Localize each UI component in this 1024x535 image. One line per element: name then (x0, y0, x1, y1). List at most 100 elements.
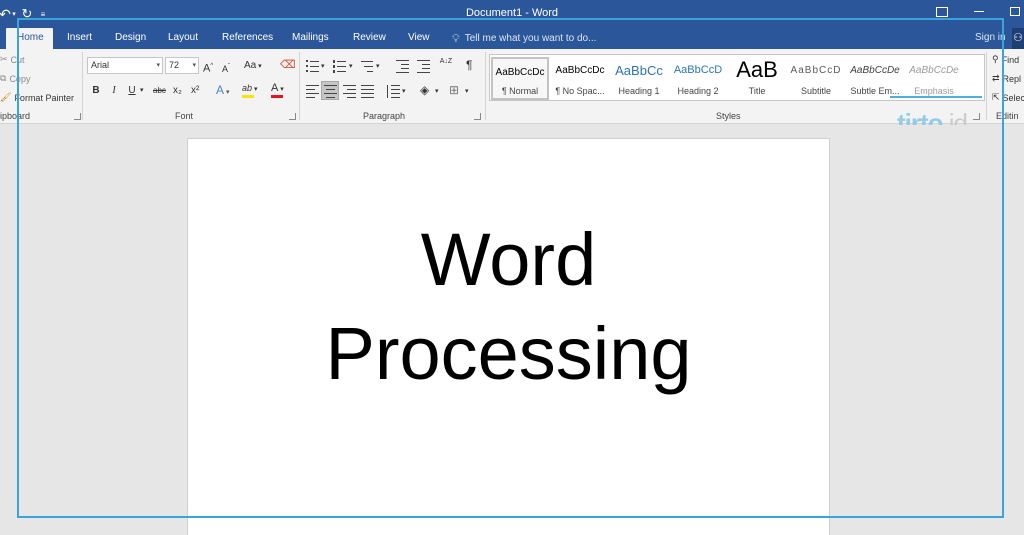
tab-review[interactable]: Review (353, 28, 386, 49)
style-name: ¶ No Spac... (555, 86, 605, 96)
format-painter-label: Format Painter (14, 92, 74, 103)
tab-file-home[interactable]: Home (6, 28, 53, 49)
sign-in-link[interactable]: Sign in (975, 28, 1006, 49)
styles-launcher-icon[interactable] (973, 113, 980, 120)
cut-button[interactable]: ✂ Cut (0, 54, 25, 65)
font-color-button[interactable]: A ▾ (271, 81, 284, 98)
highlight-color-bar (242, 95, 254, 98)
decrease-indent-icon[interactable] (396, 59, 410, 73)
replace-label: Repl (1002, 73, 1022, 84)
tab-insert[interactable]: Insert (67, 28, 92, 49)
highlight-button[interactable]: ab ▾ (242, 81, 257, 98)
tab-references[interactable]: References (222, 28, 273, 49)
replace-button[interactable]: ⇄ Repl (992, 73, 1021, 84)
document-canvas[interactable]: Word Processing (0, 125, 1024, 535)
paintbrush-icon: 🖌︎ (0, 92, 12, 102)
align-center-icon[interactable] (324, 84, 338, 98)
numbering-dropdown-icon[interactable]: ▾ (349, 60, 353, 74)
style-heading-1[interactable]: AaBbCc Heading 1 (610, 57, 668, 100)
font-color-bar (271, 95, 283, 98)
style-subtitle[interactable]: AaBbCcD Subtitle (787, 57, 845, 100)
font-launcher-icon[interactable] (289, 113, 296, 120)
search-icon: ⚲ (992, 54, 999, 64)
style-title[interactable]: AaB Title (728, 57, 786, 100)
italic-button[interactable]: I (109, 84, 119, 98)
superscript-button[interactable]: x² (191, 84, 199, 98)
editing-group-label: Editin (996, 111, 1019, 121)
chevron-down-icon: ▾ (156, 62, 160, 69)
shading-icon[interactable]: ◈ (420, 83, 429, 97)
scissors-icon: ✂ (0, 54, 8, 64)
bullets-dropdown-icon[interactable]: ▾ (321, 60, 325, 74)
style-heading-2[interactable]: AaBbCcD Heading 2 (669, 57, 727, 100)
style-name: Heading 1 (618, 86, 660, 96)
underline-button[interactable]: U (127, 84, 137, 98)
style-preview: AaBbCcD (673, 64, 723, 76)
subscript-button[interactable]: x₂ (173, 84, 182, 98)
tab-view[interactable]: View (408, 28, 430, 49)
style-preview: AaBbCcDe (850, 65, 900, 76)
select-button[interactable]: ⇱ Selec (992, 92, 1024, 103)
clipboard-launcher-icon[interactable] (74, 113, 81, 120)
ribbon-display-options-icon[interactable] (936, 7, 948, 17)
borders-icon[interactable]: ⊞ (449, 83, 459, 97)
shrink-font-button[interactable]: Aˇ (222, 60, 230, 76)
window-title: Document1 - Word (465, 7, 559, 19)
tab-layout[interactable]: Layout (168, 28, 198, 49)
line-spacing-icon[interactable] (386, 84, 400, 98)
multilevel-dropdown-icon[interactable]: ▾ (376, 60, 380, 74)
chevron-down-icon: ▾ (192, 62, 196, 69)
paragraph-launcher-icon[interactable] (474, 113, 481, 120)
document-text-line-2[interactable]: Processing (188, 311, 829, 396)
document-page[interactable]: Word Processing (187, 138, 830, 535)
style-subtle-emphasis[interactable]: AaBbCcDe Subtle Em... (846, 57, 904, 100)
replace-icon: ⇄ (992, 73, 1000, 83)
sort-button[interactable]: A↓Z (439, 58, 453, 66)
shading-dropdown-icon[interactable]: ▾ (435, 85, 439, 99)
tab-mailings[interactable]: Mailings (292, 28, 329, 49)
numbering-icon[interactable] (333, 59, 347, 73)
bullets-icon[interactable] (306, 59, 320, 73)
show-marks-button[interactable]: ¶ (466, 58, 472, 72)
bold-button[interactable]: B (91, 84, 101, 98)
strikethrough-button[interactable]: abc (153, 84, 166, 98)
style-no-spacing[interactable]: AaBbCcDc ¶ No Spac... (551, 57, 609, 100)
separator (986, 52, 987, 120)
separator (299, 52, 300, 120)
style-normal[interactable]: AaBbCcDc ¶ Normal (491, 57, 549, 100)
copy-button[interactable]: ⧉ Copy (0, 73, 30, 84)
clear-formatting-icon[interactable]: ⌫ (280, 58, 296, 72)
share-icon[interactable]: ⚇ (1012, 28, 1024, 49)
text-effects-button[interactable]: A ▾ (216, 83, 229, 100)
format-painter-button[interactable]: 🖌︎ Format Painter (0, 92, 74, 103)
style-name: Title (748, 86, 766, 96)
minimize-icon[interactable] (974, 11, 984, 12)
find-button[interactable]: ⚲ Find (992, 54, 1019, 65)
change-case-button[interactable]: Aa ▾ (244, 59, 262, 74)
font-family-combo[interactable]: Arial ▾ (87, 57, 163, 74)
align-right-icon[interactable] (343, 84, 357, 98)
style-name: Heading 2 (677, 86, 719, 96)
separator (82, 52, 83, 120)
style-preview: AaBbCcDc (495, 67, 545, 78)
tab-design[interactable]: Design (115, 28, 146, 49)
underline-dropdown-icon[interactable]: ▾ (140, 84, 144, 98)
borders-dropdown-icon[interactable]: ▾ (465, 85, 469, 99)
document-text-line-1[interactable]: Word (188, 217, 829, 302)
maximize-icon[interactable] (1010, 7, 1020, 16)
ribbon-home: ✂ Cut ⧉ Copy 🖌︎ Format Painter ipboard A… (0, 49, 1024, 138)
increase-indent-icon[interactable] (417, 59, 431, 73)
align-left-icon[interactable] (306, 84, 320, 98)
style-name: Emphasis (914, 86, 954, 96)
cursor-icon: ⇱ (992, 92, 1000, 102)
font-size-combo[interactable]: 72 ▾ (165, 57, 199, 74)
justify-icon[interactable] (361, 84, 375, 98)
tell-me-box[interactable]: 💡︎ Tell me what you want to do... (452, 28, 596, 49)
font-family-value: Arial (91, 60, 110, 70)
clipboard-group-label: ipboard (0, 111, 31, 121)
multilevel-list-icon[interactable] (361, 59, 375, 73)
style-name: Subtle Em... (850, 86, 900, 96)
grow-font-button[interactable]: A^ (203, 59, 213, 76)
line-spacing-dropdown-icon[interactable]: ▾ (402, 85, 406, 99)
style-emphasis[interactable]: AaBbCcDe Emphasis (905, 57, 963, 100)
